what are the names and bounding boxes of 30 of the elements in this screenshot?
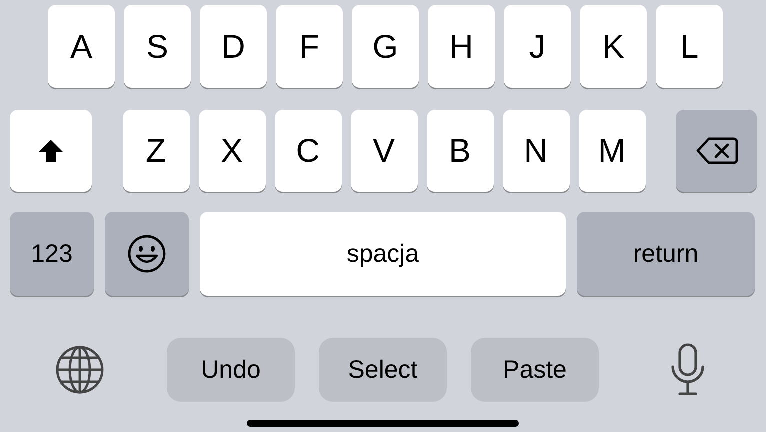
edit-action-button[interactable]: Select	[319, 338, 447, 402]
letter-key[interactable]: X	[198, 110, 266, 192]
letter-key[interactable]: H	[428, 5, 495, 88]
shift-key[interactable]	[10, 110, 92, 192]
shift-arrow-icon	[38, 139, 64, 163]
smiley-icon	[127, 234, 167, 274]
letter-key[interactable]: C	[274, 110, 342, 192]
edit-action-button[interactable]: Paste	[471, 338, 599, 402]
microphone-icon[interactable]	[670, 343, 706, 397]
letter-key[interactable]: K	[580, 5, 647, 88]
letter-key[interactable]: Z	[122, 110, 190, 192]
letter-key[interactable]: V	[350, 110, 418, 192]
letter-key[interactable]: G	[352, 5, 419, 88]
emoji-key[interactable]	[105, 212, 189, 296]
letter-key[interactable]: S	[124, 5, 191, 88]
letter-key[interactable]: M	[578, 110, 646, 192]
letter-key[interactable]: F	[276, 5, 343, 88]
letter-key[interactable]: L	[656, 5, 723, 88]
letter-key[interactable]: J	[504, 5, 571, 88]
letter-key[interactable]: D	[200, 5, 267, 88]
globe-icon[interactable]	[55, 345, 105, 395]
edit-action-button[interactable]: Undo	[167, 338, 295, 402]
letter-key[interactable]: N	[502, 110, 570, 192]
backspace-key[interactable]	[676, 110, 757, 192]
numbers-key[interactable]: 123	[10, 212, 94, 296]
return-key[interactable]: return	[577, 212, 755, 296]
letter-key[interactable]: A	[48, 5, 115, 88]
space-bar[interactable]: spacja	[200, 212, 566, 296]
letter-key[interactable]: B	[426, 110, 494, 192]
backspace-icon	[696, 137, 738, 165]
